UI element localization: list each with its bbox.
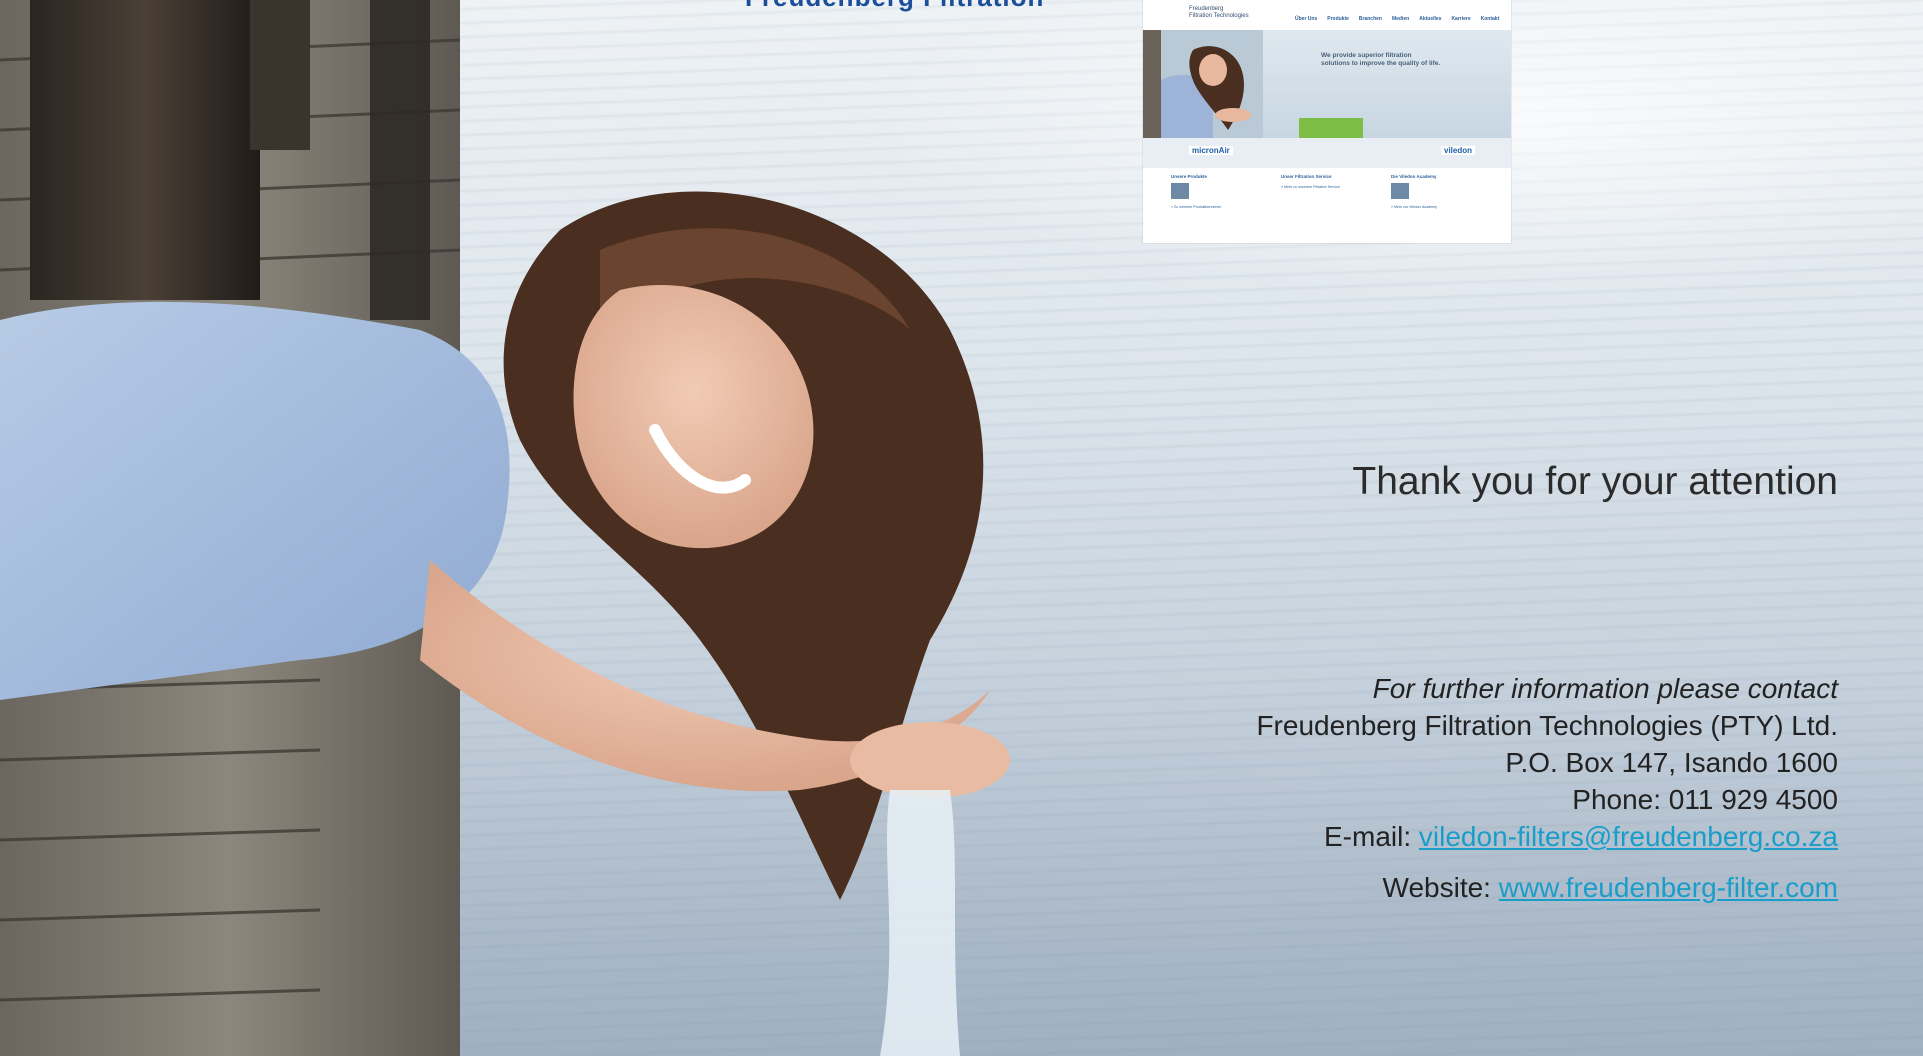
- thumbnail-nav-item: Branchen: [1358, 16, 1382, 22]
- thumbnail-nav: Über Uns Produkte Branchen Medien Aktuel…: [1295, 16, 1499, 22]
- thumbnail-brand-band: micronAir viledon: [1143, 138, 1511, 168]
- thumbnail-nav-item: Aktuelles: [1419, 16, 1442, 22]
- thumbnail-brand-right: viledon: [1441, 146, 1476, 155]
- email-label: E-mail:: [1324, 821, 1419, 852]
- thumbnail-column-link: » Zu unseren Produktbereichen: [1171, 205, 1222, 209]
- contact-address: P.O. Box 147, Isando 1600: [1505, 747, 1838, 778]
- thumbnail-column-image: [1391, 183, 1409, 199]
- thumbnail-column-body: [1171, 183, 1259, 199]
- contact-phone: Phone: 011 929 4500: [1572, 784, 1838, 815]
- contact-company: Freudenberg Filtration Technologies (PTY…: [1256, 710, 1838, 741]
- thumbnail-column-heading: Unser Filtration Service: [1281, 174, 1332, 179]
- email-link[interactable]: viledon-filters@freudenberg.co.za: [1419, 821, 1838, 852]
- thumbnail-nav-item: Medien: [1391, 16, 1410, 22]
- thumbnail-column-heading: Die Viledon Academy: [1391, 174, 1437, 179]
- thumbnail-column-link: » Mehr zu unserem Filtration Service: [1281, 185, 1340, 189]
- contact-email-row: E-mail: viledon-filters@freudenberg.co.z…: [1038, 818, 1838, 855]
- thumbnail-brand-left: micronAir: [1189, 146, 1233, 155]
- thumbnail-header: Freudenberg Filtration Technologies Über…: [1143, 0, 1511, 30]
- thumbnail-nav-item: Kontakt: [1480, 16, 1500, 22]
- slide-heading: Freudenberg Filtration: [745, 0, 1044, 13]
- thank-you-heading: Thank you for your attention: [1352, 460, 1838, 503]
- thumbnail-tagline: We provide superior filtration solutions…: [1321, 52, 1441, 67]
- website-link[interactable]: www.freudenberg-filter.com: [1499, 872, 1838, 903]
- thumbnail-nav-item: Über Uns: [1295, 16, 1318, 22]
- website-label: Website:: [1382, 872, 1499, 903]
- thumbnail-nav-item: Karriere: [1451, 16, 1471, 22]
- thumbnail-column: Unsere Produkte » Zu unseren Produktbere…: [1171, 174, 1259, 209]
- website-thumbnail: Freudenberg Filtration Technologies Über…: [1143, 0, 1511, 243]
- thumbnail-logo: Freudenberg Filtration Technologies: [1189, 6, 1249, 20]
- thumbnail-hero-photo: [1143, 30, 1263, 138]
- thumbnail-column: Die Viledon Academy » Mehr zur Viledon A…: [1391, 174, 1479, 209]
- contact-lead: For further information please contact: [1372, 673, 1838, 704]
- thumbnail-column-body: [1391, 183, 1479, 199]
- thumbnail-nav-item: Produkte: [1327, 16, 1349, 22]
- woman-illustration: [0, 191, 1010, 1056]
- thumbnail-column-link: » Mehr zur Viledon Academy: [1391, 205, 1437, 209]
- thumbnail-columns: Unsere Produkte » Zu unseren Produktbere…: [1171, 174, 1479, 209]
- thumbnail-logo-line2: Filtration Technologies: [1189, 13, 1249, 19]
- thumbnail-column-heading: Unsere Produkte: [1171, 174, 1208, 179]
- contact-block: For further information please contact F…: [1038, 670, 1838, 906]
- thumbnail-logo-line1: Freudenberg: [1189, 6, 1224, 12]
- thumbnail-column-image: [1171, 183, 1189, 199]
- thumbnail-column: Unser Filtration Service » Mehr zu unser…: [1281, 174, 1369, 209]
- contact-website-row: Website: www.freudenberg-filter.com: [1038, 869, 1838, 906]
